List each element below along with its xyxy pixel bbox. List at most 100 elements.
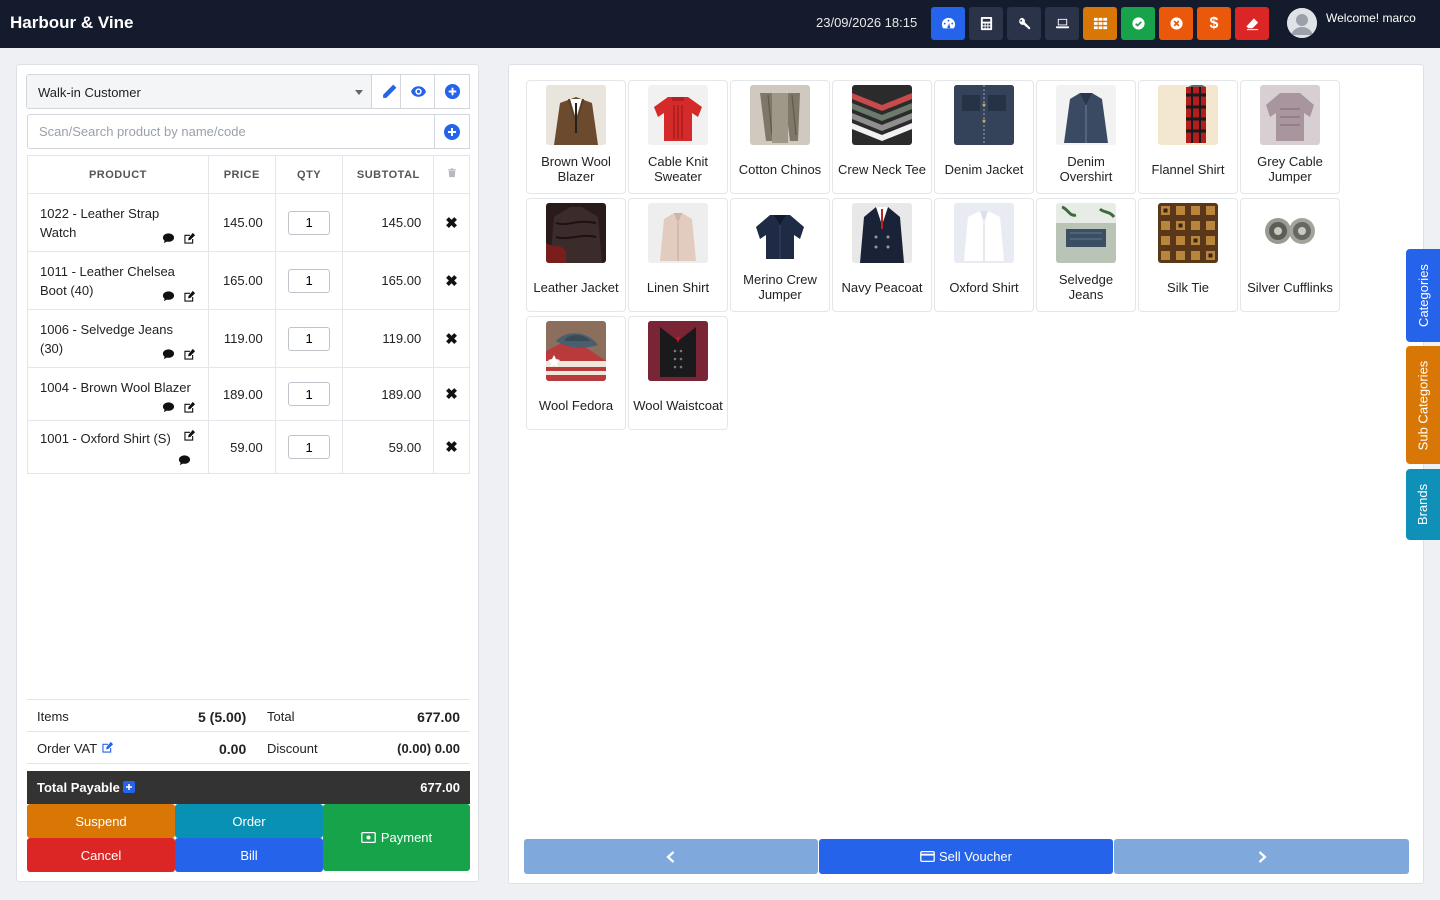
chevron-down-icon xyxy=(355,90,363,95)
sub-categories-tab[interactable]: Sub Categories xyxy=(1406,346,1440,464)
product-card[interactable]: Oxford Shirt xyxy=(934,198,1034,312)
quantity-input[interactable] xyxy=(288,210,331,235)
categories-tab[interactable]: Categories xyxy=(1406,249,1440,342)
quantity-input[interactable] xyxy=(288,268,331,293)
product-card[interactable]: Linen Shirt xyxy=(628,198,728,312)
eraser-icon xyxy=(1245,18,1258,31)
column-price: PRICE xyxy=(207,155,276,194)
remove-item-button[interactable]: ✖ xyxy=(433,251,470,310)
view-customer-button[interactable] xyxy=(400,74,436,109)
edit-icon[interactable] xyxy=(183,401,196,414)
dollar-icon: $ xyxy=(1209,14,1219,32)
edit-icon[interactable] xyxy=(183,232,196,245)
register-button[interactable] xyxy=(1083,7,1117,40)
fullscreen-button[interactable] xyxy=(1045,7,1079,40)
quantity-input[interactable] xyxy=(288,435,331,459)
cart-item-subtotal: 119.00 xyxy=(342,309,435,368)
product-card[interactable]: Denim Overshirt xyxy=(1036,80,1136,194)
plus-circle-icon xyxy=(444,123,460,140)
product-thumbnail xyxy=(1056,85,1116,145)
edit-icon[interactable] xyxy=(183,290,196,303)
expense-button[interactable]: $ xyxy=(1197,7,1231,40)
product-card[interactable]: Navy Peacoat xyxy=(832,198,932,312)
cart-item-product[interactable]: 1004 - Brown Wool Blazer xyxy=(27,367,209,421)
comment-icon[interactable] xyxy=(162,401,175,414)
calculator-button[interactable] xyxy=(969,7,1003,40)
add-product-button[interactable] xyxy=(434,114,470,149)
plus-circle-icon xyxy=(444,83,460,100)
edit-vat-icon[interactable] xyxy=(101,741,114,754)
cancel-button[interactable]: Cancel xyxy=(27,838,175,872)
quantity-input[interactable] xyxy=(288,326,331,351)
order-button[interactable]: Order xyxy=(175,804,323,838)
brand-name[interactable]: Harbour & Vine xyxy=(10,13,133,33)
cart-item-product[interactable]: 1011 - Leather Chelsea Boot (40) xyxy=(27,251,209,310)
product-thumbnail xyxy=(1158,85,1218,145)
product-card[interactable]: Silver Cufflinks xyxy=(1240,198,1340,312)
product-thumbnail xyxy=(750,203,810,263)
totals-table: Items 5 (5.00) Total 677.00 Order VAT 0.… xyxy=(27,699,470,764)
product-card[interactable]: Cotton Chinos xyxy=(730,80,830,194)
cart-item-qty-cell xyxy=(274,251,344,310)
comment-icon[interactable] xyxy=(162,232,175,245)
cart-item-product[interactable]: 1001 - Oxford Shirt (S) xyxy=(27,420,209,474)
customer-select[interactable]: Walk-in Customer xyxy=(26,74,373,109)
bill-button[interactable]: Bill xyxy=(175,838,323,872)
column-product: PRODUCT xyxy=(27,155,209,194)
brands-tab[interactable]: Brands xyxy=(1406,469,1440,540)
product-thumbnail xyxy=(648,203,708,263)
total-value: 677.00 xyxy=(417,709,460,725)
product-card[interactable]: Denim Jacket xyxy=(934,80,1034,194)
cart-item-subtotal: 145.00 xyxy=(342,193,435,252)
cart-item-product[interactable]: 1006 - Selvedge Jeans (30) xyxy=(27,309,209,368)
edit-icon[interactable] xyxy=(183,348,196,361)
comment-icon[interactable] xyxy=(162,290,175,303)
close-register-button[interactable] xyxy=(1159,7,1193,40)
remove-item-button[interactable]: ✖ xyxy=(433,309,470,368)
shortcuts-button[interactable] xyxy=(1007,7,1041,40)
comment-icon[interactable] xyxy=(178,454,191,467)
next-page-button[interactable] xyxy=(1114,839,1409,874)
current-datetime: 23/09/2026 18:15 xyxy=(816,15,918,30)
cart-item-product[interactable]: 1022 - Leather Strap Watch xyxy=(27,193,209,252)
quantity-input[interactable] xyxy=(288,382,331,406)
product-name: Grey Cable Jumper xyxy=(1257,154,1323,184)
product-card[interactable]: Flannel Shirt xyxy=(1138,80,1238,194)
product-name: Selvedge Jeans xyxy=(1058,272,1114,302)
edit-icon[interactable] xyxy=(183,429,196,442)
product-card[interactable]: Merino Crew Jumper xyxy=(730,198,830,312)
payment-button[interactable]: Payment xyxy=(323,804,470,871)
product-card[interactable]: Leather Jacket xyxy=(526,198,626,312)
product-card[interactable]: Silk Tie xyxy=(1138,198,1238,312)
remove-item-button[interactable]: ✖ xyxy=(433,420,470,474)
comment-icon[interactable] xyxy=(162,348,175,361)
plus-square-icon[interactable] xyxy=(123,781,135,793)
product-search-input[interactable] xyxy=(27,114,435,149)
product-card[interactable]: Wool Waistcoat xyxy=(628,316,728,430)
clear-button[interactable] xyxy=(1235,7,1269,40)
product-card[interactable]: Cable Knit Sweater xyxy=(628,80,728,194)
product-card[interactable]: Brown Wool Blazer xyxy=(526,80,626,194)
eye-icon xyxy=(410,86,426,97)
product-thumbnail xyxy=(648,85,708,145)
previous-page-button[interactable] xyxy=(524,839,818,874)
remove-item-button[interactable]: ✖ xyxy=(433,193,470,252)
product-card[interactable]: Crew Neck Tee xyxy=(832,80,932,194)
user-avatar[interactable] xyxy=(1287,8,1317,38)
cart-item-name: 1006 - Selvedge Jeans (30) xyxy=(40,321,173,356)
dashboard-button[interactable] xyxy=(931,7,965,40)
product-card[interactable]: Selvedge Jeans xyxy=(1036,198,1136,312)
sell-voucher-button[interactable]: Sell Voucher xyxy=(819,839,1113,874)
suspend-button[interactable]: Suspend xyxy=(27,804,175,838)
product-name: Silk Tie xyxy=(1167,279,1209,295)
product-card[interactable]: Grey Cable Jumper xyxy=(1240,80,1340,194)
welcome-user[interactable]: Welcome! marco xyxy=(1326,11,1416,25)
remove-item-button[interactable]: ✖ xyxy=(433,367,470,421)
clear-cart-button[interactable] xyxy=(433,155,470,194)
user-icon xyxy=(1287,8,1317,38)
pencil-icon xyxy=(382,84,396,98)
today-sale-button[interactable] xyxy=(1121,7,1155,40)
product-card[interactable]: Wool Fedora xyxy=(526,316,626,430)
add-customer-button[interactable] xyxy=(434,74,470,109)
laptop-icon xyxy=(1055,18,1069,29)
